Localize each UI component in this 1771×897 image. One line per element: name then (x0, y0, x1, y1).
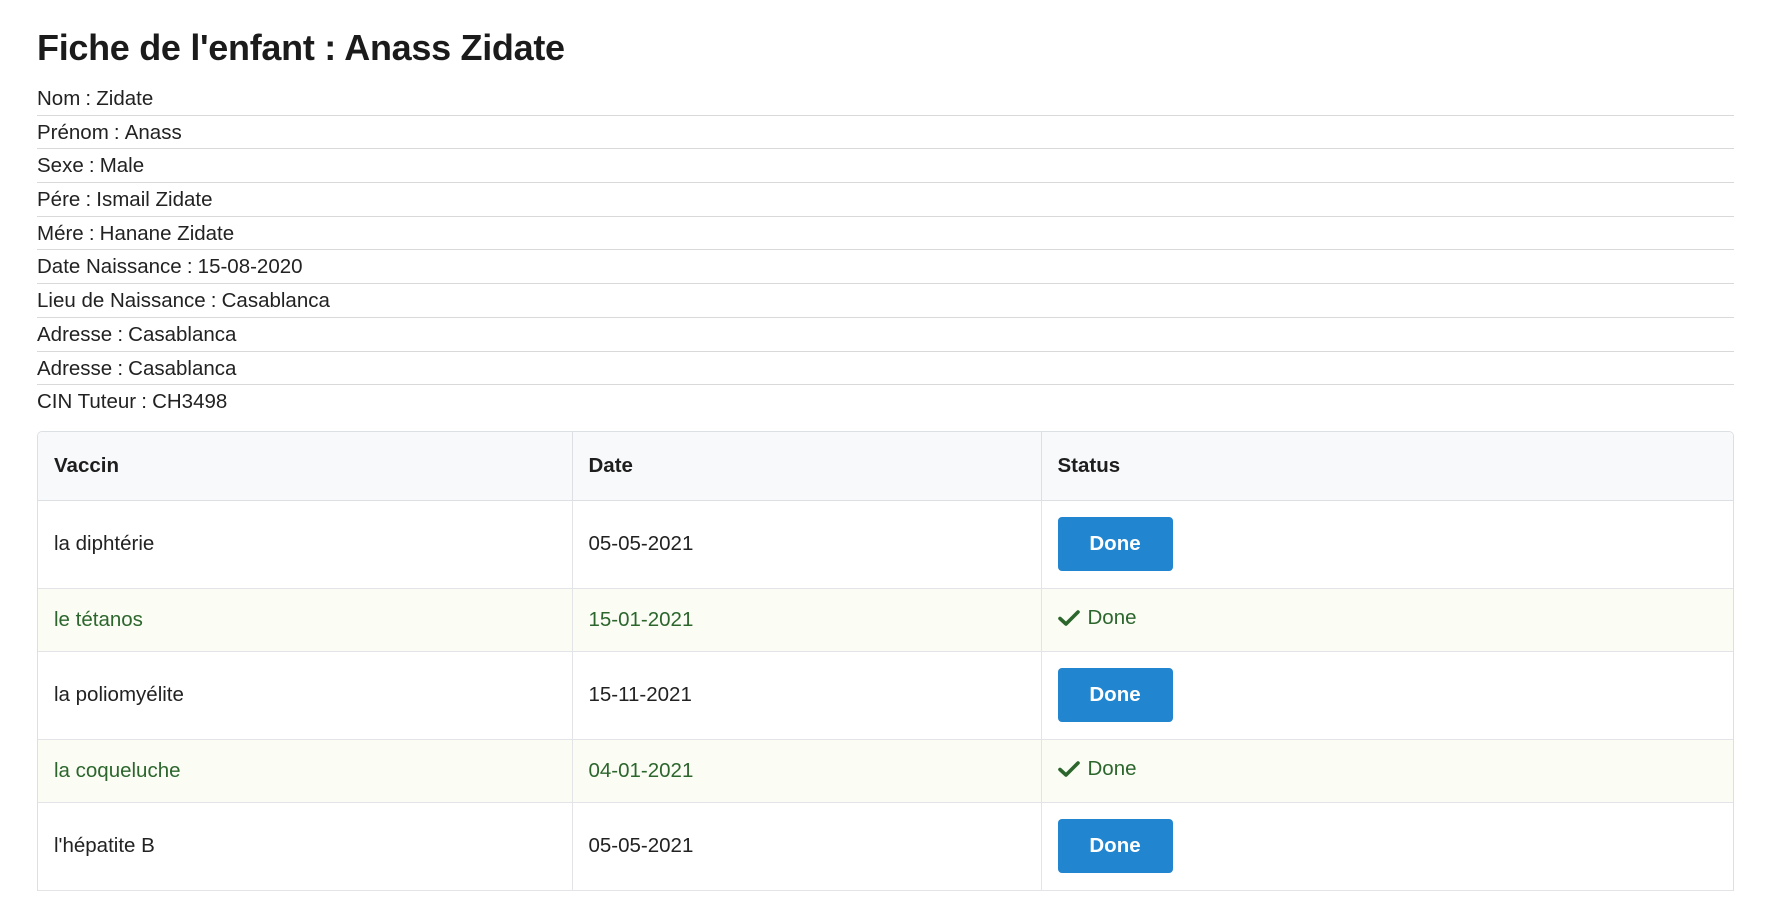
cell-status: Done (1041, 739, 1733, 803)
info-label: Sexe (37, 154, 84, 178)
mark-done-button[interactable]: Done (1057, 819, 1173, 874)
info-label: Mére (37, 221, 84, 245)
cell-vaccin: la poliomyélite (38, 651, 573, 740)
info-label: Pére (37, 188, 81, 212)
cell-date: 15-01-2021 (572, 588, 1042, 652)
info-row-nom: Nom: Zidate (37, 82, 1734, 116)
info-value: Male (99, 154, 145, 178)
info-row-sexe: Sexe: Male (37, 149, 1734, 184)
column-header-vaccin: Vaccin (38, 431, 573, 501)
info-row-adresse: Adresse: Casablanca (37, 318, 1734, 352)
info-row-pere: Pére: Ismail Zidate (37, 183, 1734, 217)
cell-vaccin: l'hépatite B (38, 802, 573, 891)
info-value: Zidate (96, 87, 154, 110)
cell-vaccin: la coqueluche (38, 739, 573, 803)
status-done-indicator: Done (1057, 606, 1137, 630)
checkmark-icon (1057, 610, 1080, 627)
child-record-page: Fiche de l'enfant : Anass Zidate Nom: Zid… (0, 0, 1771, 897)
column-header-status: Status (1041, 431, 1733, 501)
table-row: le tétanos 15-01-2021 Done (38, 588, 1733, 652)
vaccine-table-container: Vaccin Date Status la diphtérie 05-05-20… (37, 430, 1734, 891)
info-label: Adresse (37, 322, 113, 346)
info-label: Adresse (37, 356, 113, 380)
cell-date: 05-05-2021 (572, 802, 1042, 891)
cell-date: 04-01-2021 (572, 739, 1042, 803)
info-label: CIN Tuteur (37, 390, 137, 414)
info-label: Nom (37, 87, 81, 110)
table-row: la poliomyélite 15-11-2021 Done (38, 651, 1733, 740)
child-info-list: Nom: Zidate Prénom: Anass Sexe: Male Pére: I… (37, 82, 1734, 419)
mark-done-button[interactable]: Done (1057, 517, 1173, 572)
cell-status: Done (1041, 802, 1733, 891)
page-title: Fiche de l'enfant : Anass Zidate (37, 27, 565, 68)
info-value: Casablanca (128, 356, 237, 380)
status-done-indicator: Done (1057, 757, 1137, 781)
table-row: l'hépatite B 05-05-2021 Done (38, 802, 1733, 891)
info-value: Ismail Zidate (96, 188, 213, 212)
cell-status: Done (1041, 588, 1733, 652)
cell-date: 15-11-2021 (572, 651, 1042, 740)
info-label: Prénom (37, 120, 109, 144)
status-label: Done (1087, 757, 1137, 781)
info-value: Casablanca (128, 322, 237, 346)
info-value: 15-08-2020 (197, 255, 303, 279)
table-header-row: Vaccin Date Status (38, 431, 1733, 501)
info-row-adresse-2: Adresse: Casablanca (37, 352, 1734, 386)
info-label: Lieu de Naissance (37, 289, 206, 313)
cell-status: Done (1041, 500, 1733, 589)
column-header-date: Date (572, 431, 1042, 501)
info-value: CH3498 (152, 390, 228, 414)
table-row: la diphtérie 05-05-2021 Done (38, 500, 1733, 589)
cell-vaccin: le tétanos (38, 588, 573, 652)
cell-status: Done (1041, 651, 1733, 740)
info-value: Hanane Zidate (99, 221, 235, 245)
info-row-prenom: Prénom: Anass (37, 116, 1734, 150)
info-label: Date Naissance (37, 255, 182, 279)
info-row-cin-tuteur: CIN Tuteur: CH3498 (37, 390, 228, 414)
status-label: Done (1087, 606, 1137, 630)
info-row-date-naissance: Date Naissance:15-08-2020 (37, 250, 1734, 285)
table-row: la coqueluche 04-01-2021 Done (38, 739, 1733, 803)
mark-done-button[interactable]: Done (1057, 668, 1173, 723)
info-row-lieu-naissance: Lieu de Naissance: Casablanca (37, 284, 1734, 318)
vaccine-table: Vaccin Date Status la diphtérie 05-05-20… (38, 431, 1733, 891)
cell-vaccin: la diphtérie (38, 500, 573, 589)
checkmark-icon (1057, 761, 1080, 778)
cell-date: 05-05-2021 (572, 500, 1042, 589)
info-row-mere: Mére: Hanane Zidate (37, 217, 1734, 251)
info-value: Casablanca (221, 289, 330, 313)
info-value: Anass (124, 120, 182, 144)
